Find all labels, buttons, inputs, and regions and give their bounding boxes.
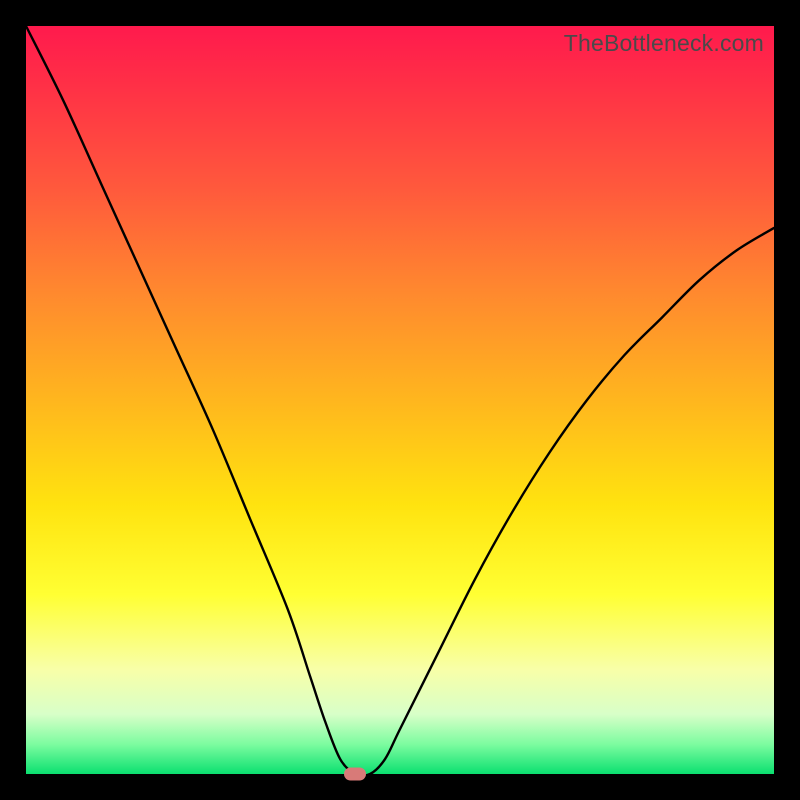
bottleneck-curve xyxy=(26,26,774,774)
chart-frame: TheBottleneck.com xyxy=(0,0,800,800)
optimum-marker xyxy=(344,768,366,781)
curve-path xyxy=(26,26,774,776)
plot-area: TheBottleneck.com xyxy=(26,26,774,774)
